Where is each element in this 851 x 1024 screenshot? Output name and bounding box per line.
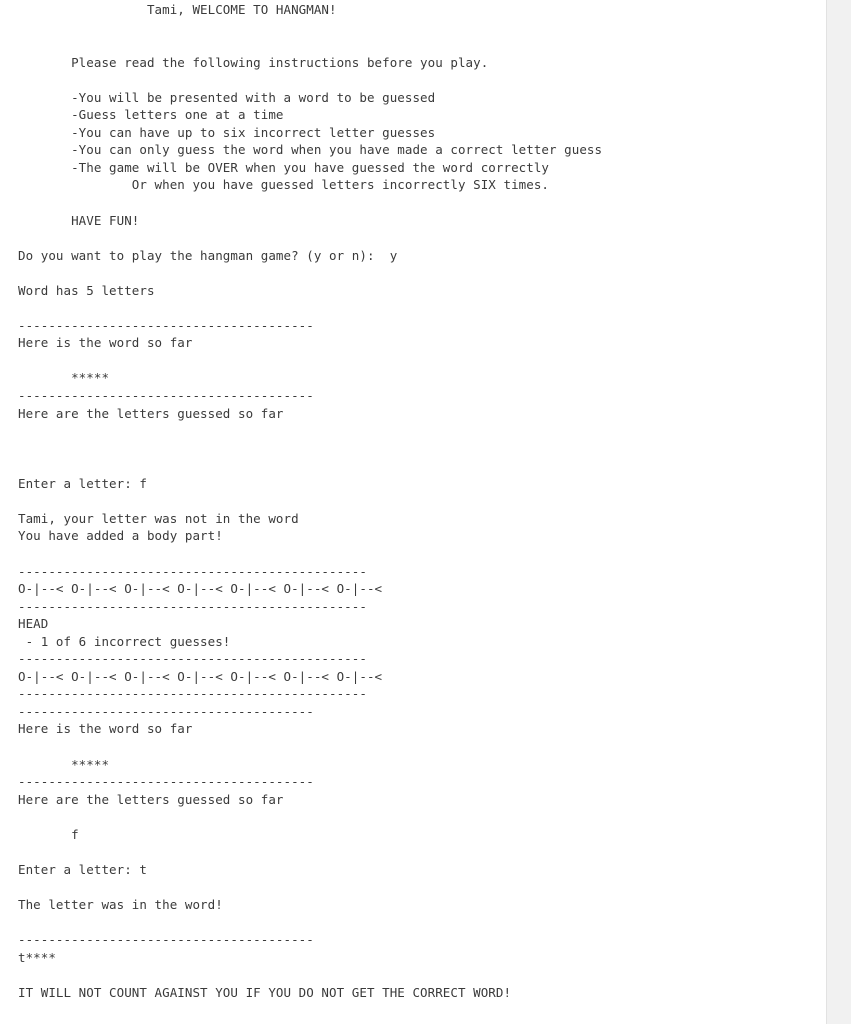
hangman-terminal-page: Tami, WELCOME TO HANGMAN! Please read th…	[0, 0, 851, 1024]
program-output-text: Tami, WELCOME TO HANGMAN! Please read th…	[18, 2, 603, 1000]
vertical-scrollbar[interactable]	[826, 0, 851, 1024]
terminal-output-area: Tami, WELCOME TO HANGMAN! Please read th…	[0, 0, 826, 1024]
